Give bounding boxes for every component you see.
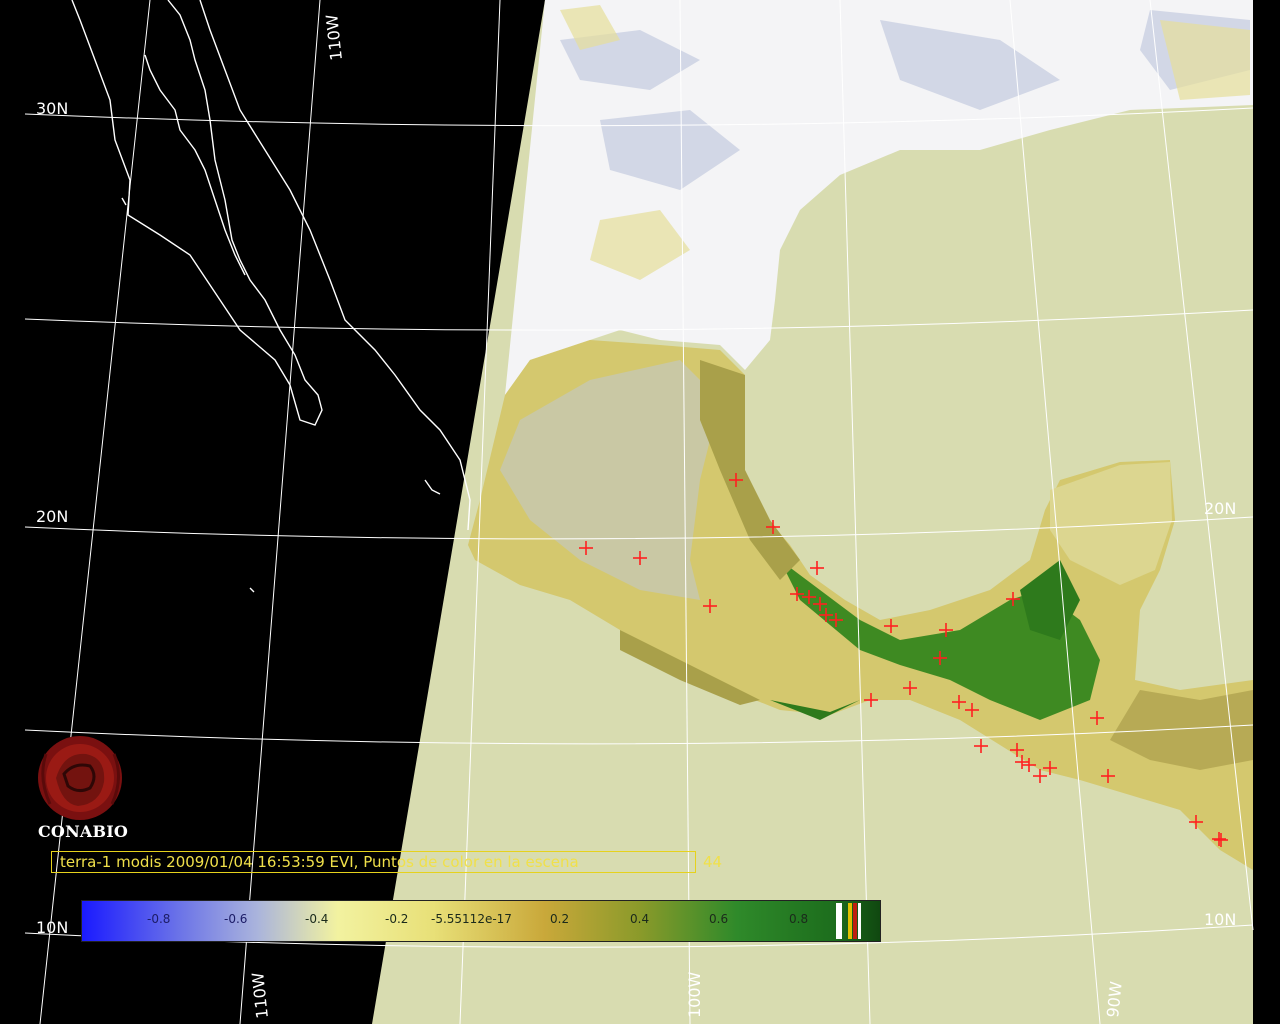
colorbar-swatch-white: [858, 903, 861, 939]
lat-label-10n: 10N: [36, 918, 68, 937]
colorbar-label: -0.8: [147, 912, 171, 926]
lat-label-10n-right: 10N: [1204, 910, 1236, 929]
lat-label-20n: 20N: [36, 507, 68, 526]
colorbar-label: 0.8: [789, 912, 809, 926]
colorbar-label: 0.6: [709, 912, 729, 926]
colorbar-label: -0.2: [385, 912, 409, 926]
colorbar-swatch-cloud: [836, 903, 842, 939]
lat-label-30n: 30N: [36, 99, 68, 118]
colorbar-label: 0.2: [550, 912, 570, 926]
scene-caption: terra-1 modis 2009/01/04 16:53:59 EVI, P…: [51, 851, 696, 873]
colorbar-label: -0.4: [305, 912, 329, 926]
colorbar-swatch-red: [853, 903, 857, 939]
lat-label-20n-right: 20N: [1204, 499, 1236, 518]
lon-label-100w-bottom: 100W: [685, 971, 704, 1018]
conabio-logo-text: CONABIO: [38, 822, 129, 841]
colorbar-label: -0.6: [224, 912, 248, 926]
scene-hotspot-count: 44: [703, 853, 723, 871]
evi-colorbar: -0.8 -0.6 -0.4 -0.2 -5.55112e-17 0.2 0.4…: [81, 900, 881, 942]
colorbar-label: -5.55112e-17: [431, 912, 512, 926]
lon-label-90w-bottom: 90W: [1103, 980, 1126, 1018]
colorbar-swatch-yellow: [848, 903, 852, 939]
colorbar-label: 0.4: [630, 912, 650, 926]
